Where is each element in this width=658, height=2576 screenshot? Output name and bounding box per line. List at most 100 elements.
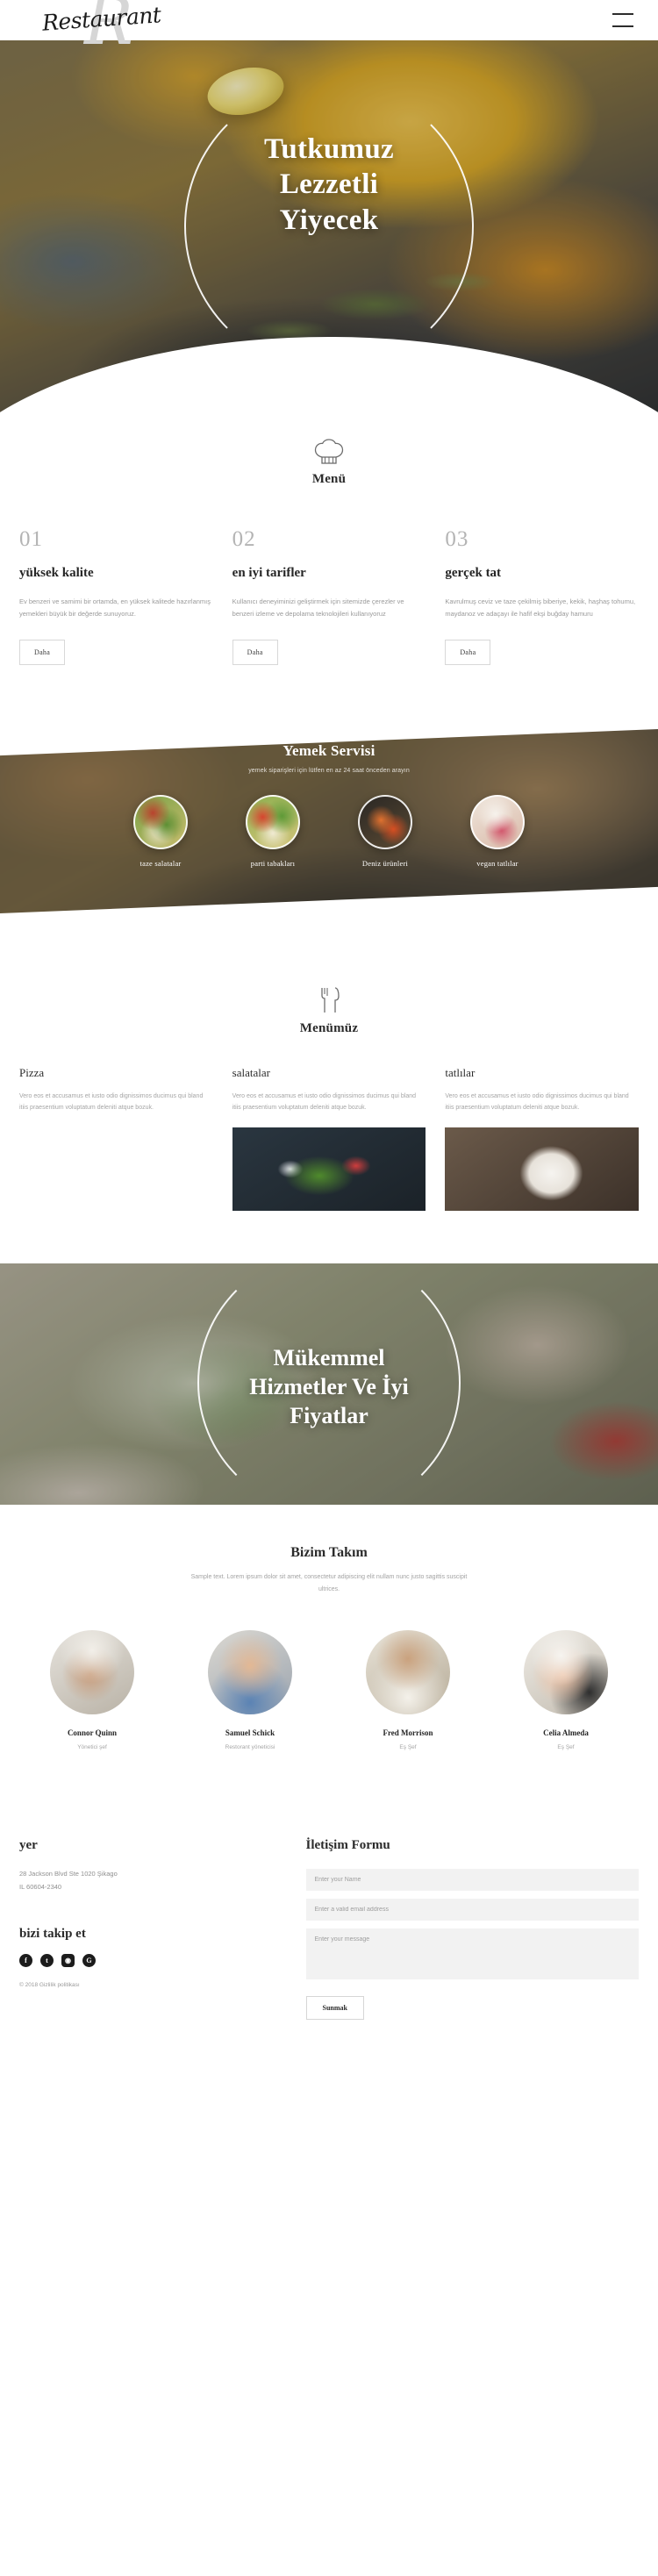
copyright-text[interactable]: © 2018 Gizlilik politikası (19, 1982, 280, 1988)
menu-column-title: salatalar (232, 1065, 270, 1079)
restaurant-landing-page: R Restaurant Tutkumuz Lezzetli Yiyecek M… (0, 0, 658, 2043)
address-line-1: 28 Jackson Blvd Ste 1020 Şikago (19, 1869, 118, 1878)
team-member-role: Eş Şef (399, 1743, 417, 1750)
email-field[interactable] (305, 1898, 639, 1921)
feature-body: Kavrulmuş ceviz ve taze çekilmiş biberiy… (445, 597, 636, 618)
service-item[interactable]: taze salatalar (118, 794, 203, 868)
message-field[interactable] (305, 1928, 639, 1979)
services-title-line-2: Hizmetler Ve İyi (249, 1374, 409, 1400)
feature-card: 03 gerçek tat Kavrulmuş ceviz ve taze çe… (445, 527, 639, 665)
service-item-label: taze salatalar (139, 858, 182, 868)
team-member: Samuel Schick Restorant yöneticisi (177, 1629, 323, 1750)
twitter-icon[interactable]: t (40, 1953, 54, 1967)
team-member-role: Eş Şef (557, 1743, 575, 1750)
logo[interactable]: R Restaurant (19, 0, 204, 54)
contact-form-title: İletişim Formu (305, 1837, 390, 1852)
service-items-row: taze salatalar parti tabakları Deniz ürü… (0, 794, 658, 868)
team-member-name: Fred Morrison (383, 1728, 433, 1737)
site-footer: yer 28 Jackson Blvd Ste 1020 Şikago IL 6… (0, 1808, 658, 2043)
team-member-avatar (50, 1629, 134, 1714)
team-title: Bizim Takım (290, 1545, 368, 1561)
service-title: Yemek Servisi (283, 741, 375, 759)
feature-title: gerçek tat (445, 566, 502, 580)
service-subtitle: yemek siparişleri için lütfen en az 24 s… (248, 767, 410, 774)
team-member: Connor Quinn Yönetici şef (19, 1629, 165, 1750)
menu-column-title: tatlılar (445, 1065, 476, 1079)
menu-column-body: Vero eos et accusamus et iusto odio dign… (445, 1092, 629, 1112)
logo-text: Restaurant (41, 2, 162, 36)
footer-info-column: yer 28 Jackson Blvd Ste 1020 Şikago IL 6… (19, 1838, 280, 2020)
service-item-label: parti tabakları (250, 858, 296, 868)
contact-form-column: İletişim Formu Sunmak (305, 1837, 639, 2020)
menu-columns: Pizza Vero eos et accusamus et iusto odi… (19, 1036, 640, 1212)
services-title: Mükemmel Hizmetler Ve İyi Fiyatlar (0, 1344, 658, 1430)
feature-body: Ev benzeri ve samimi bir ortamda, en yük… (19, 597, 211, 618)
google-plus-icon[interactable]: G (82, 1953, 96, 1967)
menu-section-title: Menü (311, 472, 347, 486)
features-row: 01 yüksek kalite Ev benzeri ve samimi bi… (19, 487, 639, 665)
team-member-name: Connor Quinn (67, 1728, 118, 1737)
hamburger-bar-2 (612, 25, 633, 27)
instagram-icon[interactable]: ◉ (61, 1953, 75, 1967)
hero-title: Tutkumuz Lezzetli Yiyecek (0, 132, 658, 238)
feature-more-button[interactable]: Daha (19, 639, 66, 665)
service-item[interactable]: Deniz ürünleri (343, 794, 427, 868)
team-member-name: Samuel Schick (225, 1728, 275, 1737)
feature-title: yüksek kalite (19, 566, 94, 580)
menu-column-title: Pizza (19, 1065, 45, 1079)
menu-section-header: Menü (19, 418, 639, 487)
our-menu-title: Menümüz (299, 1020, 359, 1035)
team-member: Fred Morrison Eş Şef (335, 1629, 481, 1750)
services-title-line-3: Fiyatlar (290, 1402, 368, 1428)
service-item-photo (358, 794, 412, 849)
hamburger-bar-1 (612, 13, 633, 15)
team-members-grid: Connor Quinn Yönetici şef Samuel Schick … (19, 1629, 639, 1750)
address-block: 28 Jackson Blvd Ste 1020 Şikago IL 60604… (19, 1867, 280, 1893)
our-menu-header: Menümüz (19, 965, 639, 1036)
menu-column-image[interactable] (445, 1127, 640, 1212)
feature-more-button[interactable]: Daha (445, 639, 491, 665)
address-line-2: IL 60604-2340 (19, 1882, 62, 1891)
site-header: R Restaurant (0, 0, 658, 54)
submit-button[interactable]: Sunmak (305, 1995, 364, 2020)
food-service-band: Yemek Servisi yemek siparişleri için lüt… (0, 720, 658, 925)
menu-column-image[interactable] (19, 1127, 213, 1211)
our-menu-section: Menümüz Pizza Vero eos et accusamus et i… (0, 925, 658, 1212)
team-member-role: Yönetici şef (77, 1743, 107, 1750)
name-field[interactable] (305, 1868, 639, 1891)
feature-body: Kullanıcı deneyiminizi geliştirmek için … (232, 597, 404, 618)
team-member-role: Restorant yöneticisi (225, 1743, 275, 1750)
fork-knife-icon (321, 987, 340, 1013)
service-item-label: vegan tatlılar (476, 858, 519, 868)
hero-title-line-1: Tutkumuz (264, 133, 394, 165)
team-section: Bizim Takım Sample text. Lorem ipsum dol… (0, 1505, 658, 1750)
social-links: f t ◉ G (19, 1953, 280, 1967)
team-member-avatar (366, 1629, 450, 1714)
menu-column-body: Vero eos et accusamus et iusto odio dign… (232, 1092, 417, 1112)
hero-title-line-3: Yiyecek (279, 204, 379, 236)
menu-column: tatlılar Vero eos et accusamus et iusto … (445, 1065, 640, 1212)
menu-column-body: Vero eos et accusamus et iusto odio dign… (19, 1092, 204, 1112)
services-title-line-1: Mükemmel (273, 1345, 385, 1371)
service-item[interactable]: vegan tatlılar (455, 794, 540, 868)
hero-banner: Tutkumuz Lezzetli Yiyecek (0, 40, 658, 418)
hero-title-line-2: Lezzetli (279, 168, 379, 201)
facebook-icon[interactable]: f (19, 1953, 32, 1967)
feature-card: 02 en iyi tarifler Kullanıcı deneyiminiz… (232, 527, 426, 665)
service-item-photo (470, 794, 525, 849)
service-item[interactable]: parti tabakları (231, 794, 315, 868)
team-subtitle: Sample text. Lorem ipsum dolor sit amet,… (190, 1574, 468, 1592)
team-member-avatar (208, 1629, 292, 1714)
team-member-name: Celia Almeda (543, 1728, 589, 1737)
location-title: yer (19, 1837, 38, 1852)
follow-title: bizi takip et (19, 1926, 86, 1941)
service-item-photo (133, 794, 188, 849)
service-item-photo (246, 794, 300, 849)
hamburger-menu-icon[interactable] (612, 13, 633, 27)
team-member: Celia Almeda Eş Şef (493, 1629, 639, 1750)
menu-column: Pizza Vero eos et accusamus et iusto odi… (19, 1066, 213, 1212)
feature-card: 01 yüksek kalite Ev benzeri ve samimi bi… (19, 527, 213, 665)
menu-intro-section: Menü 01 yüksek kalite Ev benzeri ve sami… (0, 418, 658, 665)
feature-more-button[interactable]: Daha (232, 639, 278, 665)
menu-column-image[interactable] (232, 1127, 426, 1212)
